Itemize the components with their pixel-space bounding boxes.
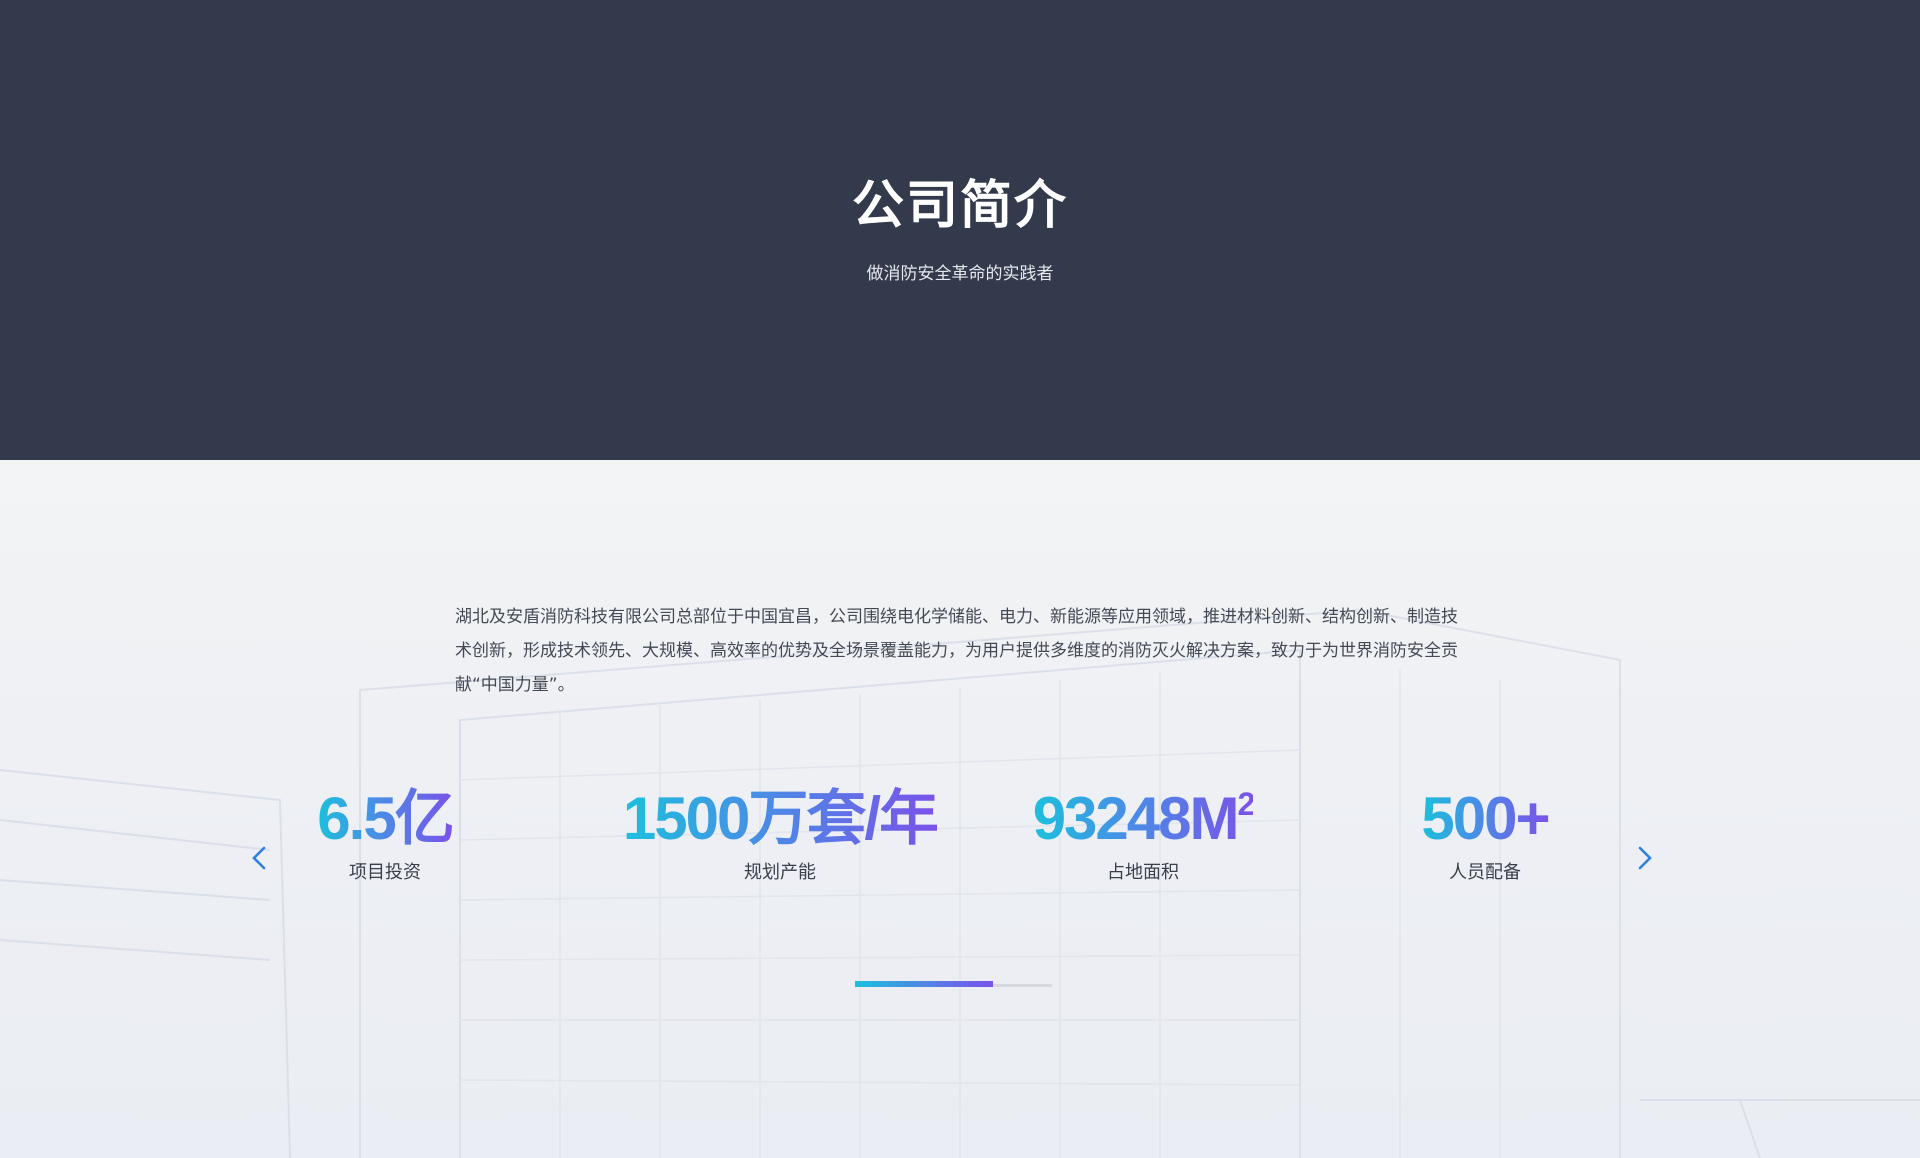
stat-item-staff: 500+ 人员配备 [1305, 782, 1665, 886]
stat-item-capacity: 1500万套/年 规划产能 [600, 782, 960, 886]
stat-label: 项目投资 [349, 862, 421, 883]
intro-section: 湖北及安盾消防科技有限公司总部位于中国宜昌，公司围绕电化学储能、电力、新能源等应… [0, 460, 1920, 1158]
stat-label: 规划产能 [744, 862, 816, 883]
carousel-next-button[interactable] [1626, 840, 1662, 876]
stat-item-area: 93248M2 占地面积 [963, 782, 1323, 886]
company-intro-text: 湖北及安盾消防科技有限公司总部位于中国宜昌，公司围绕电化学储能、电力、新能源等应… [455, 607, 1458, 695]
hero-banner: 公司简介 做消防安全革命的实践者 [0, 0, 1920, 460]
page-subtitle: 做消防安全革命的实践者 [866, 264, 1054, 284]
stat-label: 人员配备 [1449, 862, 1521, 883]
stat-value: 500+ [1421, 782, 1550, 856]
chevron-right-icon [1638, 846, 1652, 870]
page-title: 公司简介 [851, 176, 1068, 236]
carousel-progress-bar[interactable] [855, 981, 1052, 987]
stat-label: 占地面积 [1107, 862, 1179, 883]
stat-value: 6.5亿 [317, 782, 454, 856]
stat-value: 1500万套/年 [623, 782, 939, 856]
stat-value-number: 93248M [1032, 785, 1238, 852]
carousel-progress-fill [855, 981, 993, 987]
stat-item-investment: 6.5亿 项目投资 [205, 782, 565, 886]
stat-value: 93248M2 [1033, 782, 1254, 856]
stat-value-superscript: 2 [1237, 786, 1254, 822]
